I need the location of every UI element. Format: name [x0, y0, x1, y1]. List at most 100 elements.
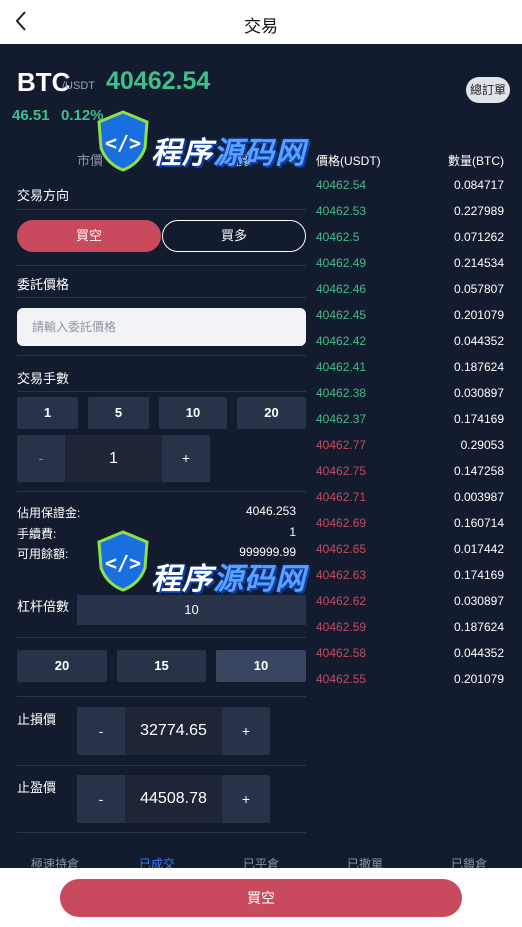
orderbook-quantity: 0.201079	[453, 672, 504, 686]
leverage-option-10[interactable]: 10	[216, 650, 306, 682]
orderbook-row[interactable]: 40462.63 0.174169	[316, 568, 504, 594]
take-profit-minus-button[interactable]: -	[77, 775, 125, 823]
take-profit-plus-button[interactable]: +	[222, 775, 270, 823]
divider	[17, 832, 306, 833]
orderbook-row[interactable]: 40462.37 0.174169	[316, 412, 504, 438]
fee-label: 手續費:	[17, 527, 57, 541]
divider	[17, 265, 306, 266]
divider	[17, 209, 306, 210]
tab-closed[interactable]: 已平倉	[243, 855, 279, 869]
quantity-option-20[interactable]: 20	[237, 397, 306, 429]
orderbook-price: 40462.63	[316, 568, 367, 582]
orderbook-row[interactable]: 40462.38 0.030897	[316, 386, 504, 412]
orderbook-quantity: 0.071262	[453, 230, 504, 244]
orderbook-quantity: 0.044352	[453, 334, 504, 348]
tab-filled[interactable]: 已成交	[139, 855, 175, 869]
stop-loss-plus-button[interactable]: +	[222, 707, 270, 755]
quantity-label: 交易手數	[17, 371, 70, 386]
orderbook-row[interactable]: 40462.69 0.160714	[316, 516, 504, 542]
orderbook-quantity: 0.030897	[453, 386, 504, 400]
orderbook-row[interactable]: 40462.71 0.003987	[316, 490, 504, 516]
orderbook-quantity-header: 數量(BTC)	[448, 154, 504, 168]
svg-text:</>: </>	[105, 551, 141, 575]
orderbook-row[interactable]: 40462.75 0.147258	[316, 464, 504, 490]
orderbook-price: 40462.49	[316, 256, 367, 270]
stop-loss-value[interactable]: 32774.65	[125, 707, 222, 755]
price-change-percent: 0.12%	[61, 107, 104, 124]
tab-cancelled[interactable]: 已撤單	[347, 855, 383, 869]
orderbook-row[interactable]: 40462.46 0.057807	[316, 282, 504, 308]
orderbook-quantity: 0.227989	[453, 204, 504, 218]
orderbook-row[interactable]: 40462.77 0.29053	[316, 438, 504, 464]
buy-long-button[interactable]: 買多	[162, 220, 306, 252]
orderbook-quantity: 0.201079	[453, 308, 504, 322]
orderbook-price: 40462.65	[316, 542, 367, 556]
orderbook-quantity: 0.187624	[453, 360, 504, 374]
take-profit-stepper: - 44508.78 +	[77, 775, 270, 823]
all-orders-button[interactable]: 總訂單	[466, 77, 510, 103]
orderbook-quantity: 0.030897	[453, 594, 504, 608]
orderbook-row[interactable]: 40462.62 0.030897	[316, 594, 504, 620]
footer-bar: 買空	[0, 868, 522, 927]
orderbook-price: 40462.55	[316, 672, 367, 686]
quantity-value[interactable]: 1	[65, 435, 162, 482]
submit-order-button[interactable]: 買空	[60, 879, 462, 917]
take-profit-value[interactable]: 44508.78	[125, 775, 222, 823]
tab-locked[interactable]: 已鎖倉	[451, 855, 487, 869]
orderbook-price: 40462.38	[316, 386, 367, 400]
orderbook-price: 40462.53	[316, 204, 367, 218]
quantity-option-1[interactable]: 1	[17, 397, 78, 429]
orderbook-price: 40462.5	[316, 230, 360, 244]
orderbook-quantity: 0.084717	[453, 178, 504, 192]
quantity-plus-button[interactable]: +	[162, 435, 210, 482]
orderbook-row[interactable]: 40462.45 0.201079	[316, 308, 504, 334]
tab-fast-position[interactable]: 極速持倉	[31, 855, 79, 869]
orderbook-price: 40462.58	[316, 646, 367, 660]
tab-limit[interactable]: 限價	[222, 150, 248, 169]
leverage-option-20[interactable]: 20	[17, 650, 107, 682]
limit-price-label: 委託價格	[17, 277, 70, 292]
orderbook-row[interactable]: 40462.65 0.017442	[316, 542, 504, 568]
pair-quote: /USDT	[62, 80, 95, 92]
orderbook-price: 40462.59	[316, 620, 367, 634]
order-type-tabs: 市價 限價	[17, 150, 306, 170]
price-change: 46.51	[12, 107, 50, 124]
orderbook-quantity: 0.29053	[460, 438, 504, 452]
sell-short-button[interactable]: 買空	[17, 220, 161, 252]
divider	[17, 355, 306, 356]
orderbook-row[interactable]: 40462.53 0.227989	[316, 204, 504, 230]
orderbook-price: 40462.37	[316, 412, 367, 426]
stop-loss-label: 止損價	[17, 712, 57, 727]
margin-label: 佔用保證金:	[17, 506, 81, 520]
balance-value: 999999.99	[239, 545, 296, 559]
margin-value: 4046.253	[245, 504, 296, 518]
orderbook-quantity: 0.147258	[453, 464, 504, 478]
orderbook-quantity: 0.017442	[453, 542, 504, 556]
stop-loss-minus-button[interactable]: -	[77, 707, 125, 755]
balance-label: 可用餘額:	[17, 547, 69, 561]
leverage-option-15[interactable]: 15	[117, 650, 206, 682]
orderbook-row[interactable]: 40462.54 0.084717	[316, 178, 504, 204]
direction-label: 交易方向	[17, 188, 70, 203]
orderbook-row[interactable]: 40462.49 0.214534	[316, 256, 504, 282]
orderbook-price: 40462.62	[316, 594, 367, 608]
limit-price-input[interactable]	[17, 308, 306, 346]
orderbook-price: 40462.69	[316, 516, 367, 530]
orderbook-price-header: 價格(USDT)	[316, 154, 381, 168]
orderbook-row[interactable]: 40462.58 0.044352	[316, 646, 504, 672]
orderbook-row[interactable]: 40462.41 0.187624	[316, 360, 504, 386]
fee-value: 1	[289, 525, 296, 539]
orderbook-row[interactable]: 40462.5 0.071262	[316, 230, 504, 256]
tab-market[interactable]: 市價	[77, 150, 103, 169]
leverage-value[interactable]: 10	[77, 595, 306, 625]
orderbook-price: 40462.45	[316, 308, 367, 322]
orderbook-quantity: 0.003987	[453, 490, 504, 504]
orderbook-row[interactable]: 40462.59 0.187624	[316, 620, 504, 646]
orderbook-row[interactable]: 40462.55 0.201079	[316, 672, 504, 698]
stop-loss-stepper: - 32774.65 +	[77, 707, 270, 755]
quantity-option-5[interactable]: 5	[88, 397, 149, 429]
quantity-minus-button[interactable]: -	[17, 435, 65, 482]
orderbook-row[interactable]: 40462.42 0.044352	[316, 334, 504, 360]
quantity-stepper: - 1 +	[17, 435, 210, 482]
quantity-option-10[interactable]: 10	[159, 397, 227, 429]
